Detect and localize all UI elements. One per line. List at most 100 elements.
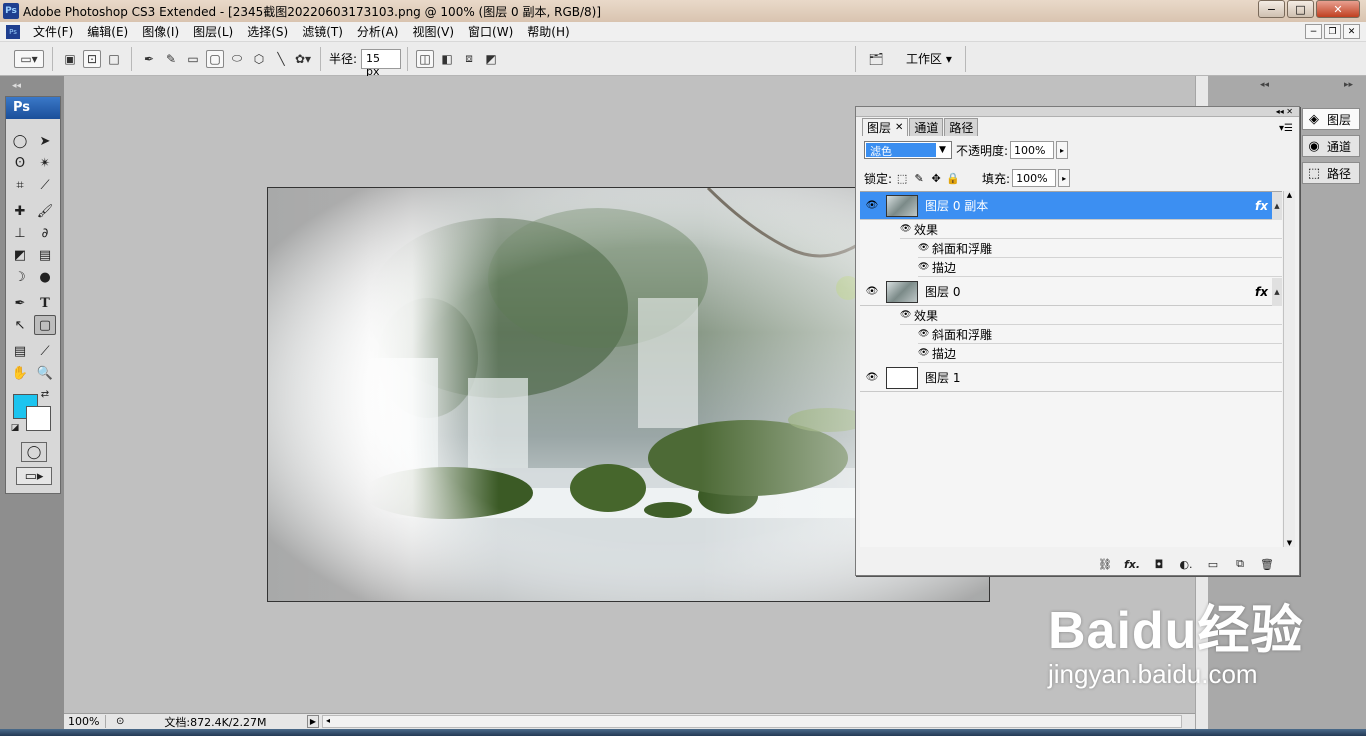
clone-stamp-icon[interactable]: ⊥	[9, 223, 31, 243]
tab-paths[interactable]: 路径	[944, 118, 979, 136]
bridge-icon[interactable]: 🗂	[864, 50, 888, 68]
dodge-icon[interactable]: ●	[34, 267, 56, 287]
tab-close-icon[interactable]: ✕	[895, 122, 903, 133]
effects-eye-icon[interactable]: 👁	[900, 310, 914, 320]
slice-icon[interactable]: ⟋	[34, 175, 56, 195]
collapse-icon[interactable]: ◂◂	[12, 81, 21, 91]
effect-row[interactable]: 👁 斜面和浮雕	[918, 325, 1282, 344]
blur-icon[interactable]: ☽	[9, 267, 31, 287]
status-icon[interactable]: ⊙	[116, 716, 124, 727]
doc-close-button[interactable]: ✕	[1343, 24, 1360, 39]
visibility-eye-icon[interactable]: 👁	[864, 284, 880, 300]
fill-input[interactable]: 100%	[1012, 169, 1057, 187]
effects-row[interactable]: 👁 效果	[900, 220, 1282, 239]
delete-layer-icon[interactable]: 🗑	[1257, 556, 1277, 572]
rectangle-icon[interactable]: ▭	[184, 50, 202, 68]
polygon-icon[interactable]: ⬡	[250, 50, 268, 68]
move-tool-icon[interactable]: ➤	[34, 131, 56, 151]
background-color-swatch[interactable]	[26, 406, 51, 431]
effects-eye-icon[interactable]: 👁	[900, 224, 914, 234]
menu-analysis[interactable]: 分析(A)	[350, 23, 406, 40]
dock-channels-button[interactable]: ◉ 通道	[1302, 135, 1360, 157]
eyedropper-icon[interactable]: ⟋	[34, 341, 56, 361]
menu-view[interactable]: 视图(V)	[405, 23, 461, 40]
lock-image-icon[interactable]: ✎	[912, 171, 926, 185]
effect-eye-icon[interactable]: 👁	[918, 243, 932, 253]
effect-eye-icon[interactable]: 👁	[918, 329, 932, 339]
lock-position-icon[interactable]: ✥	[929, 171, 943, 185]
scroll-down-icon[interactable]: ▼	[1284, 539, 1295, 547]
fx-icon[interactable]: fx	[1255, 285, 1268, 299]
layer-row[interactable]: 👁 图层 1	[860, 364, 1282, 392]
effects-row[interactable]: 👁 效果	[900, 306, 1282, 325]
pen-tool-icon[interactable]: ✒	[140, 50, 158, 68]
new-group-icon[interactable]: ▭	[1203, 556, 1223, 572]
tool-preset-picker[interactable]: ▭▾	[14, 49, 44, 68]
spot-healing-icon[interactable]: ✚	[9, 201, 31, 221]
effect-row[interactable]: 👁 描边	[918, 258, 1282, 277]
type-tool-icon[interactable]: T	[34, 293, 56, 313]
zoom-level[interactable]: 100%	[64, 715, 106, 728]
dock-expand-icon[interactable]: ▸▸	[1344, 80, 1353, 90]
tab-channels[interactable]: 通道	[909, 118, 944, 136]
screen-mode-icon[interactable]: ▭▸	[16, 467, 52, 485]
link-layers-icon[interactable]: ⛓	[1095, 556, 1115, 572]
zoom-icon[interactable]: 🔍	[34, 363, 56, 383]
rounded-rectangle-icon[interactable]: ▢	[206, 49, 224, 68]
custom-shape-icon[interactable]: ✿▾	[294, 50, 312, 68]
crop-icon[interactable]: ⌗	[9, 175, 31, 195]
effect-row[interactable]: 👁 斜面和浮雕	[918, 239, 1282, 258]
effect-eye-icon[interactable]: 👁	[918, 262, 932, 272]
menu-select[interactable]: 选择(S)	[240, 23, 295, 40]
menu-help[interactable]: 帮助(H)	[520, 23, 576, 40]
ellipse-icon[interactable]: ⬭	[228, 50, 246, 68]
layer-row[interactable]: 👁 图层 0 副本 fx ▲	[860, 192, 1282, 220]
panel-title-bar[interactable]: ◂◂ ✕	[856, 107, 1299, 117]
menu-image[interactable]: 图像(I)	[135, 23, 186, 40]
history-brush-icon[interactable]: ∂	[34, 223, 56, 243]
paths-icon[interactable]: ⊡	[83, 49, 101, 68]
dock-layers-button[interactable]: ◈ 图层	[1302, 108, 1360, 130]
shape-layers-icon[interactable]: ▣	[61, 50, 79, 68]
path-selection-icon[interactable]: ↖	[9, 315, 31, 335]
effect-row[interactable]: 👁 描边	[918, 344, 1282, 363]
maximize-button[interactable]: □	[1287, 0, 1314, 18]
close-button[interactable]: ✕	[1316, 0, 1360, 18]
fx-icon[interactable]: fx	[1255, 199, 1268, 213]
lock-all-icon[interactable]: 🔒	[946, 171, 960, 185]
visibility-eye-icon[interactable]: 👁	[864, 198, 880, 214]
minimize-button[interactable]: −	[1258, 0, 1285, 18]
dock-collapse-icon[interactable]: ◂◂	[1260, 80, 1269, 90]
add-mask-icon[interactable]: ◘	[1149, 556, 1169, 572]
elliptical-marquee-icon[interactable]: ◯	[9, 131, 31, 151]
tab-layers[interactable]: 图层 ✕	[862, 118, 909, 136]
lock-transparent-icon[interactable]: ⬚	[895, 171, 909, 185]
quick-mask-icon[interactable]: ◯	[21, 442, 47, 462]
status-menu-arrow-icon[interactable]: ▶	[307, 715, 319, 728]
menu-file[interactable]: 文件(F)	[26, 23, 80, 40]
add-style-fx-icon[interactable]: fx.	[1122, 556, 1142, 572]
opacity-input[interactable]: 100%	[1010, 141, 1055, 159]
path-add-icon[interactable]: ◫	[416, 49, 435, 68]
pen-icon[interactable]: ✒	[9, 293, 31, 313]
scroll-up-icon[interactable]: ▲	[1284, 191, 1295, 199]
fill-pixels-icon[interactable]: □	[105, 50, 123, 68]
menu-window[interactable]: 窗口(W)	[461, 23, 520, 40]
layer-row[interactable]: 👁 图层 0 fx ▲	[860, 278, 1282, 306]
radius-input[interactable]: 15 px	[361, 48, 402, 78]
blend-mode-select[interactable]: 滤色 ▼	[864, 141, 952, 159]
document-icon[interactable]: Ps	[6, 24, 20, 39]
swap-colors-icon[interactable]: ⇄	[38, 387, 52, 401]
eraser-icon[interactable]: ◩	[9, 245, 31, 265]
effect-eye-icon[interactable]: 👁	[918, 348, 932, 358]
path-intersect-icon[interactable]: ⧈	[460, 50, 478, 68]
layers-scrollbar[interactable]: ▲ ▼	[1283, 191, 1295, 547]
line-icon[interactable]: ╲	[272, 50, 290, 68]
adjustment-layer-icon[interactable]: ◐.	[1176, 556, 1196, 572]
new-layer-icon[interactable]: ⧉	[1230, 556, 1250, 572]
workspace-dropdown[interactable]: 工作区 ▾	[906, 50, 952, 67]
hand-icon[interactable]: ✋	[9, 363, 31, 383]
menu-filter[interactable]: 滤镜(T)	[295, 23, 350, 40]
fill-slider-arrow-icon[interactable]: ▸	[1058, 169, 1071, 187]
freeform-pen-icon[interactable]: ✎	[162, 50, 180, 68]
